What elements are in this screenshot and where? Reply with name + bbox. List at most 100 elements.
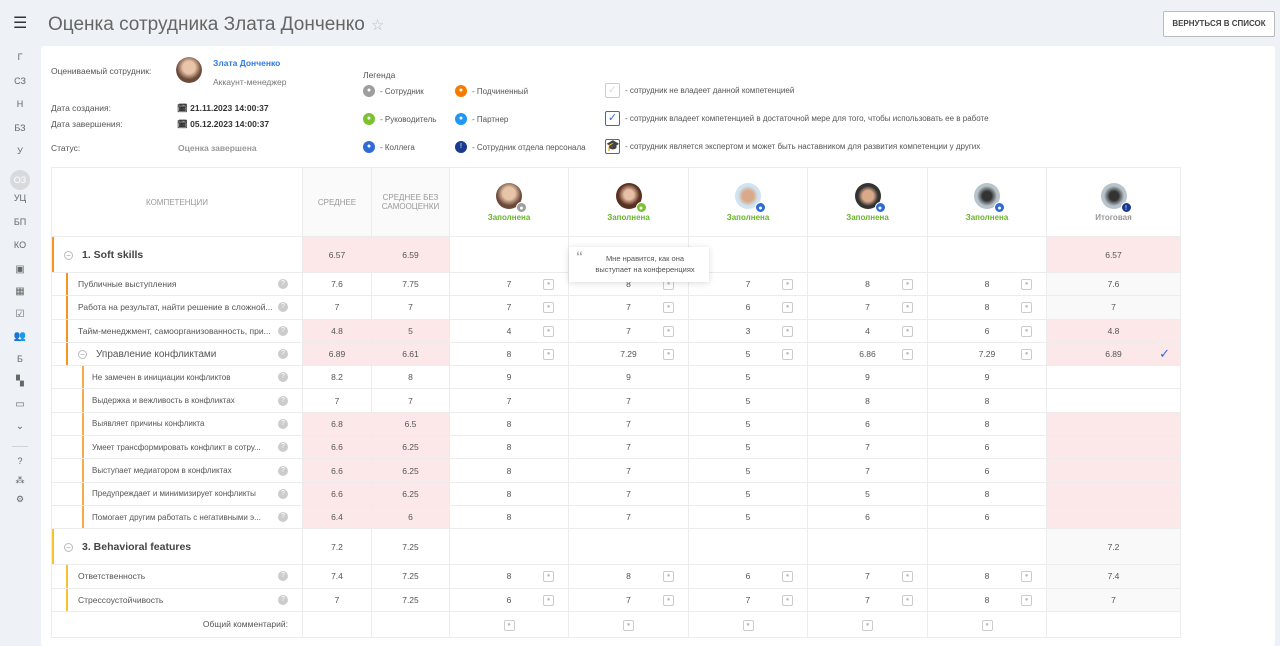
score-cell: 7 ● [449,295,569,320]
sidebar-item-label: БП [13,216,27,227]
score-value: 6 [984,325,990,336]
collapse-icon[interactable]: − [64,250,73,260]
comment-icon[interactable]: ● [742,619,754,631]
comment-icon[interactable]: ● [782,594,793,606]
comment-icon[interactable]: ● [1021,349,1032,361]
comment-icon[interactable]: ● [902,325,913,337]
comment-icon[interactable]: ● [663,594,674,606]
comment-icon[interactable]: ● [663,571,674,583]
window-icon[interactable]: ▭ [0,399,40,410]
comment-icon[interactable]: ● [543,279,554,291]
score-value: 7.29 [978,349,996,360]
comment-icon[interactable]: ● [1021,571,1032,583]
score-cell: 6.86 ● [807,341,928,367]
help-icon[interactable]: ? [278,302,288,313]
gear-icon[interactable]: ⚙ [0,494,40,505]
back-to-list-button[interactable]: ВЕРНУТЬСЯ В СПИСОК [1163,11,1275,37]
sidebar-item[interactable]: Б [0,354,40,364]
sidebar-item[interactable]: ОЗ [0,169,40,190]
comment-icon[interactable]: ● [503,619,515,631]
help-icon[interactable]: ? [278,395,288,406]
chevron-down-circle-icon[interactable]: ⌄ [0,421,40,432]
avg-no-self-cell: 7.25 [371,528,450,566]
comment-icon[interactable]: ● [623,619,634,631]
comment-icon[interactable]: ● [902,302,913,314]
team-icon[interactable]: 👥 [0,331,40,342]
general-comment-cell: ● [568,610,689,638]
score-value: 6 [984,512,990,523]
comment-icon[interactable]: ● [1021,325,1032,337]
collapse-icon[interactable]: − [78,349,87,359]
help-icon[interactable]: ? [278,279,288,290]
help-icon[interactable]: ? [278,372,288,383]
comment-icon[interactable]: ● [663,349,674,361]
sidebar-item[interactable]: СЗ [0,76,40,86]
help-icon[interactable]: ? [278,442,288,453]
score-value: 8 [506,418,512,429]
comment-icon[interactable]: ● [782,349,793,361]
collapse-icon[interactable]: − [64,542,73,552]
comment-icon[interactable]: ● [902,594,913,606]
legend-level-label: - сотрудник не владеет данной компетенци… [625,86,795,95]
comment-icon[interactable]: ● [1021,279,1032,291]
comment-icon[interactable]: ● [981,619,993,631]
menu-icon[interactable]: ☰ [13,13,27,33]
comment-icon[interactable]: ● [782,325,793,337]
score-cell: 7 [807,458,928,483]
created-label: Дата создания: [51,103,111,113]
id-card-icon[interactable]: ▣ [0,264,40,275]
sidebar-item[interactable]: Н [0,99,40,109]
sidebar-item[interactable]: БП [0,217,40,227]
comment-icon[interactable]: ● [1021,594,1032,606]
help-icon[interactable]: ? [278,325,288,336]
sidebar-item[interactable]: У [0,146,40,156]
evaluator-avatar[interactable]: ● [735,182,766,213]
comment-icon[interactable]: ● [1021,302,1032,314]
comment-icon[interactable]: ● [543,302,554,314]
sidebar-item[interactable]: БЗ [0,123,40,133]
avg-no-self-cell: 7 [371,388,450,413]
help-icon[interactable]: ? [278,349,288,360]
calendar-check-icon: 🗓 [177,119,191,129]
help-icon[interactable]: ? [278,465,288,476]
help-icon[interactable]: ? [278,512,288,523]
help-icon[interactable]: ? [278,418,288,429]
sidebar-item[interactable]: КО [0,240,40,250]
item-bar [82,506,84,528]
comment-icon[interactable]: ● [902,349,913,361]
checkbox-icon[interactable]: ☑ [0,309,40,320]
comment-icon[interactable]: ● [663,325,674,337]
grid-icon[interactable]: ▚ [0,376,40,387]
help-icon[interactable]: ? [278,571,288,582]
employee-name-link[interactable]: Злата Донченко [213,58,280,68]
score-cell: 7 ● [807,295,928,320]
comment-icon[interactable]: ● [782,302,793,314]
star-icon[interactable]: ☆ [371,17,384,34]
calendar-icon[interactable]: ▦ [0,286,40,297]
help-icon[interactable]: ? [278,488,288,499]
comment-icon[interactable]: ● [782,279,793,291]
score-value: 3 [745,325,751,336]
evaluator-avatar[interactable]: ● [496,182,527,213]
evaluator-avatar[interactable]: ● [974,182,1005,213]
evaluator-avatar[interactable]: ● [854,182,886,213]
help-icon[interactable]: ? [278,594,288,605]
comment-icon[interactable]: ● [902,571,913,583]
comment-icon[interactable]: ● [543,349,554,361]
competency-name: Помогает другим работать с негативными э… [51,504,303,530]
comment-icon[interactable]: ● [902,279,913,291]
structure-icon[interactable]: ⁂ [0,475,40,486]
comment-icon[interactable]: ● [782,571,793,583]
comment-icon[interactable]: ● [663,302,674,314]
help-icon[interactable]: ? [0,456,40,466]
evaluator-avatar[interactable]: ● [615,182,647,213]
comment-icon[interactable]: ● [543,594,554,606]
check-icon[interactable]: ✓ [1159,346,1170,362]
score-cell [688,528,808,566]
score-cell: 8 ● [449,564,569,589]
comment-icon[interactable]: ● [543,325,554,337]
sidebar-item[interactable]: Г [0,52,40,62]
sidebar-item[interactable]: УЦ [0,193,40,203]
comment-icon[interactable]: ● [862,619,873,631]
comment-icon[interactable]: ● [543,571,554,583]
